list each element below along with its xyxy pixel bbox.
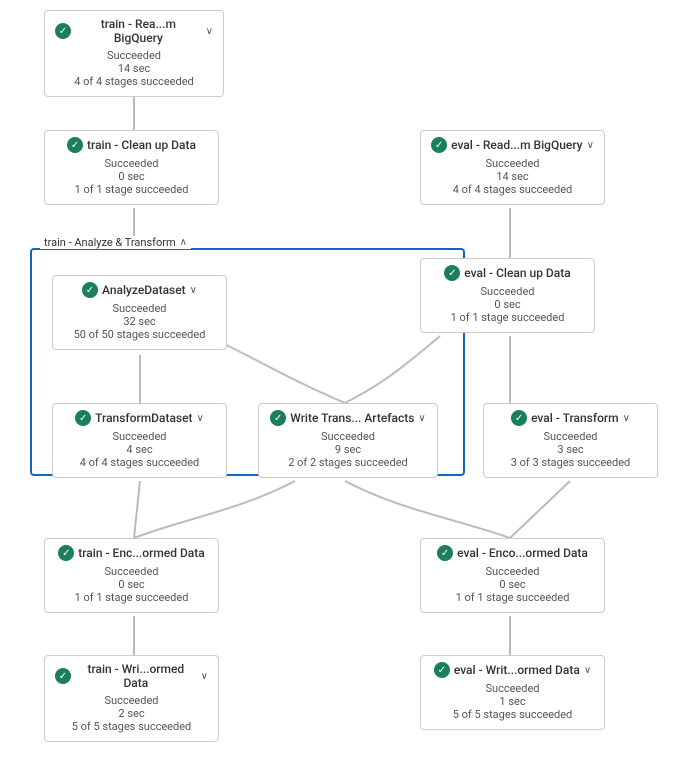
node-stages: 1 of 1 stage succeeded	[55, 183, 208, 196]
node-train-wri-data[interactable]: ✓ train - Wri...ormed Data ∨ Succeeded 2…	[44, 655, 219, 742]
node-analyze-dataset[interactable]: ✓ AnalyzeDataset ∨ Succeeded 32 sec 50 o…	[52, 275, 227, 350]
chevron-down-icon[interactable]: ∨	[197, 413, 204, 424]
node-stages: 50 of 50 stages succeeded	[63, 328, 216, 341]
check-icon: ✓	[437, 545, 453, 561]
node-eval-cleanup[interactable]: ✓ eval - Clean up Data Succeeded 0 sec 1…	[420, 258, 595, 333]
node-stages: 1 of 1 stage succeeded	[431, 311, 584, 324]
node-duration: 4 sec	[63, 443, 216, 456]
node-duration: 0 sec	[55, 578, 208, 591]
check-icon: ✓	[75, 410, 91, 426]
node-transform-dataset[interactable]: ✓ TransformDataset ∨ Succeeded 4 sec 4 o…	[52, 403, 227, 478]
check-icon: ✓	[58, 545, 74, 561]
node-duration: 9 sec	[269, 443, 427, 456]
check-icon: ✓	[444, 265, 460, 281]
node-title: eval - Read...m BigQuery	[451, 138, 582, 152]
node-duration: 14 sec	[431, 170, 594, 183]
check-icon: ✓	[511, 410, 527, 426]
node-duration: 0 sec	[55, 170, 208, 183]
node-duration: 14 sec	[55, 62, 213, 75]
pipeline-canvas: train - Analyze & Transform ∧ ✓ train - …	[0, 0, 680, 764]
node-stages: 3 of 3 stages succeeded	[494, 456, 647, 469]
node-header: ✓ eval - Writ...ormed Data ∨	[431, 662, 594, 678]
node-train-cleanup[interactable]: ✓ train - Clean up Data Succeeded 0 sec …	[44, 130, 219, 205]
chevron-down-icon[interactable]: ∨	[584, 665, 591, 676]
node-stages: 2 of 2 stages succeeded	[269, 456, 427, 469]
node-status: Succeeded	[55, 49, 213, 62]
node-stages: 1 of 1 stage succeeded	[55, 591, 208, 604]
node-train-enc-data[interactable]: ✓ train - Enc...ormed Data Succeeded 0 s…	[44, 538, 219, 613]
node-header: ✓ AnalyzeDataset ∨	[63, 282, 216, 298]
node-duration: 2 sec	[55, 707, 208, 720]
node-status: Succeeded	[431, 682, 594, 695]
check-icon: ✓	[55, 668, 71, 684]
node-duration: 3 sec	[494, 443, 647, 456]
node-header: ✓ train - Enc...ormed Data	[55, 545, 208, 561]
node-title: eval - Transform	[531, 411, 619, 425]
node-title: train - Rea...m BigQuery	[75, 17, 202, 45]
node-status: Succeeded	[494, 430, 647, 443]
node-title: eval - Enco...ormed Data	[457, 546, 588, 560]
chevron-down-icon[interactable]: ∨	[206, 26, 213, 37]
node-duration: 32 sec	[63, 315, 216, 328]
node-header: ✓ Write Trans... Artefacts ∨	[269, 410, 427, 426]
group-chevron-up[interactable]: ∧	[180, 237, 187, 248]
node-eval-enc-data[interactable]: ✓ eval - Enco...ormed Data Succeeded 0 s…	[420, 538, 605, 613]
node-title: TransformDataset	[95, 411, 192, 425]
node-status: Succeeded	[55, 157, 208, 170]
node-stages: 1 of 1 stage succeeded	[431, 591, 594, 604]
chevron-down-icon[interactable]: ∨	[190, 285, 197, 296]
node-header: ✓ eval - Enco...ormed Data	[431, 545, 594, 561]
node-duration: 0 sec	[431, 578, 594, 591]
node-title: eval - Clean up Data	[464, 266, 570, 280]
node-eval-read-bigquery[interactable]: ✓ eval - Read...m BigQuery ∨ Succeeded 1…	[420, 130, 605, 205]
node-header: ✓ train - Clean up Data	[55, 137, 208, 153]
node-status: Succeeded	[269, 430, 427, 443]
node-title: train - Clean up Data	[87, 138, 196, 152]
node-title: eval - Writ...ormed Data	[454, 663, 580, 677]
check-icon: ✓	[67, 137, 83, 153]
node-stages: 4 of 4 stages succeeded	[63, 456, 216, 469]
node-title: AnalyzeDataset	[102, 283, 186, 297]
node-stages: 5 of 5 stages succeeded	[431, 708, 594, 721]
node-eval-transform[interactable]: ✓ eval - Transform ∨ Succeeded 3 sec 3 o…	[483, 403, 658, 478]
node-header: ✓ eval - Clean up Data	[431, 265, 584, 281]
node-header: ✓ TransformDataset ∨	[63, 410, 216, 426]
check-icon: ✓	[431, 137, 447, 153]
node-title: train - Enc...ormed Data	[78, 546, 204, 560]
node-title: Write Trans... Artefacts	[290, 411, 414, 425]
check-icon: ✓	[55, 23, 71, 39]
node-stages: 4 of 4 stages succeeded	[55, 75, 213, 88]
node-status: Succeeded	[55, 565, 208, 578]
node-write-trans-artefacts[interactable]: ✓ Write Trans... Artefacts ∨ Succeeded 9…	[258, 403, 438, 478]
check-icon: ✓	[270, 410, 286, 426]
chevron-down-icon[interactable]: ∨	[587, 140, 594, 151]
node-status: Succeeded	[55, 694, 208, 707]
node-header: ✓ train - Rea...m BigQuery ∨	[55, 17, 213, 45]
node-status: Succeeded	[63, 302, 216, 315]
node-header: ✓ train - Wri...ormed Data ∨	[55, 662, 208, 690]
node-duration: 1 sec	[431, 695, 594, 708]
chevron-down-icon[interactable]: ∨	[623, 413, 630, 424]
node-status: Succeeded	[63, 430, 216, 443]
chevron-down-icon[interactable]: ∨	[418, 413, 425, 424]
check-icon: ✓	[82, 282, 98, 298]
node-train-read-bigquery[interactable]: ✓ train - Rea...m BigQuery ∨ Succeeded 1…	[44, 10, 224, 97]
check-icon: ✓	[434, 662, 450, 678]
node-eval-writ-data[interactable]: ✓ eval - Writ...ormed Data ∨ Succeeded 1…	[420, 655, 605, 730]
group-label: train - Analyze & Transform ∧	[40, 236, 191, 249]
chevron-down-icon[interactable]: ∨	[201, 671, 208, 682]
node-duration: 0 sec	[431, 298, 584, 311]
node-stages: 4 of 4 stages succeeded	[431, 183, 594, 196]
node-status: Succeeded	[431, 565, 594, 578]
node-header: ✓ eval - Read...m BigQuery ∨	[431, 137, 594, 153]
node-header: ✓ eval - Transform ∨	[494, 410, 647, 426]
node-stages: 5 of 5 stages succeeded	[55, 720, 208, 733]
node-title: train - Wri...ormed Data	[75, 662, 197, 690]
group-title: train - Analyze & Transform	[44, 236, 176, 249]
node-status: Succeeded	[431, 157, 594, 170]
node-status: Succeeded	[431, 285, 584, 298]
